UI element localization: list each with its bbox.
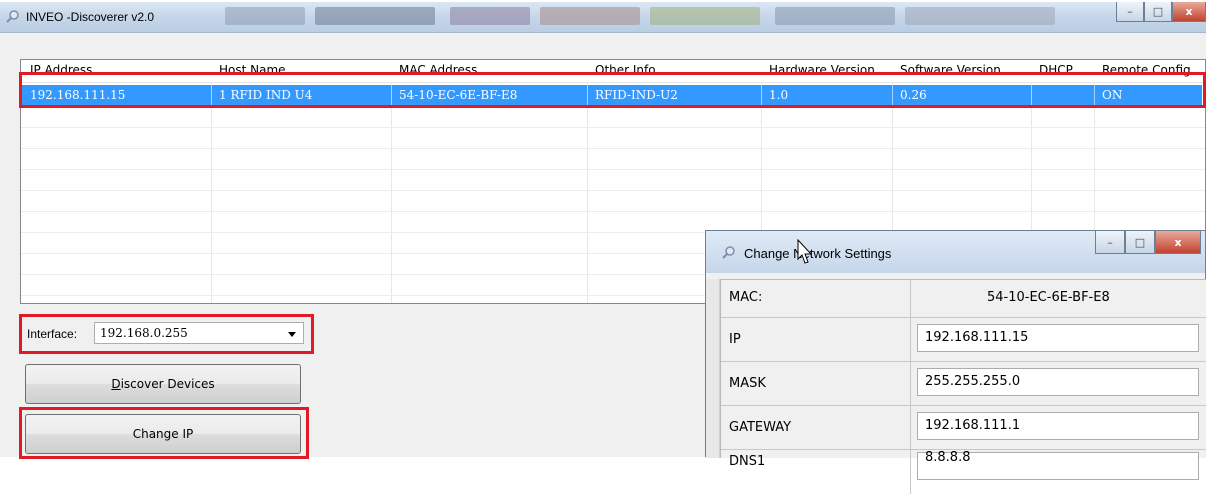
column-host-name[interactable]: Host Name [219,63,286,77]
cell-divider [1031,85,1032,105]
title-blur [315,7,435,25]
row-divider [910,406,911,449]
row-divider [21,106,1205,107]
dialog-title: Change Network Settings [744,246,892,261]
change-network-settings-dialog: Change Network Settings – □ x MAC: 54-10… [705,230,1206,494]
dialog-title-bar[interactable]: Change Network Settings – □ x [706,231,1205,273]
cell-hardware: 1.0 [769,88,789,102]
mouse-cursor-icon [797,239,813,264]
table-row[interactable]: 192.168.111.15 1 RFID IND U4 54-10-EC-6E… [22,85,1202,105]
cell-divider [1094,85,1095,105]
dialog-controls: – □ x [1095,231,1201,254]
discover-accelerator: D [111,377,121,391]
row-divider [21,190,1205,191]
title-blur [225,7,305,25]
settings-row-mac: MAC: 54-10-EC-6E-BF-E8 [721,280,1206,318]
dialog-scrollbar[interactable] [706,279,720,458]
column-hardware-version[interactable]: Hardware Version [769,63,875,77]
ip-field[interactable]: 192.168.111.15 [917,324,1199,352]
column-remote-config[interactable]: Remote Config [1102,63,1191,77]
column-ip-address[interactable]: IP Address [30,63,92,77]
row-divider [910,362,911,405]
gateway-value: 192.168.111.1 [925,418,1021,433]
column-software-version[interactable]: Software Version [900,63,1001,77]
list-header: IP Address Host Name MAC Address Other I… [21,60,1205,83]
magnifier-icon [722,246,735,259]
mask-value: 255.255.255.0 [925,374,1021,389]
cell-host: 1 RFID IND U4 [219,88,313,102]
cell-software: 0.26 [900,88,927,102]
close-button[interactable]: x [1172,2,1206,22]
dialog-close-button[interactable]: x [1155,231,1201,254]
row-divider [21,211,1205,212]
row-divider [21,148,1205,149]
settings-row-ip: IP 192.168.111.15 [721,318,1206,362]
dialog-minimize-button[interactable]: – [1095,231,1125,254]
row-divider [21,169,1205,170]
mac-value: 54-10-EC-6E-BF-E8 [987,290,1110,305]
column-divider [391,82,392,303]
gateway-label: GATEWAY [729,420,792,435]
magnifier-icon [6,10,19,23]
interface-label: Interface: [27,327,78,341]
change-ip-button[interactable]: Change IP [25,414,301,454]
ip-label: IP [729,332,741,347]
interface-select[interactable]: 192.168.0.255 [94,322,304,344]
ip-value: 192.168.111.15 [925,330,1029,345]
settings-grid: MAC: 54-10-EC-6E-BF-E8 IP 192.168.111.15… [720,279,1206,494]
title-blur [775,7,895,25]
column-dhcp[interactable]: DHCP [1039,63,1073,77]
column-mac-address[interactable]: MAC Address [399,63,477,77]
cell-other: RFID-IND-U2 [595,88,678,102]
title-bar[interactable]: INVEO -Discoverer v2.0 – □ x [0,2,1206,33]
cell-mac: 54-10-EC-6E-BF-E8 [399,88,518,102]
discover-devices-button[interactable]: Discover Devices [25,364,301,404]
dns1-value: 8.8.8.8 [925,450,971,465]
interface-value: 192.168.0.255 [100,326,188,340]
column-divider [587,82,588,303]
cell-divider [892,85,893,105]
minimize-button[interactable]: – [1116,2,1144,22]
column-divider [211,82,212,303]
cell-divider [761,85,762,105]
chevron-down-icon[interactable] [288,332,296,337]
window-controls: – □ x [1116,2,1206,24]
dialog-maximize-button[interactable]: □ [1125,231,1155,254]
dns1-field[interactable]: 8.8.8.8 [917,450,1199,480]
window-title: INVEO -Discoverer v2.0 [26,10,155,24]
settings-row-gateway: GATEWAY 192.168.111.1 [721,406,1206,450]
title-blur [540,7,640,25]
cell-ip: 192.168.111.15 [30,88,126,102]
cell-divider [211,85,212,105]
gateway-field[interactable]: 192.168.111.1 [917,412,1199,440]
cell-divider [587,85,588,105]
title-blur [650,7,760,25]
row-divider [21,127,1205,128]
title-blur [450,7,530,25]
row-divider [910,280,911,317]
row-divider [910,318,911,361]
cell-divider [391,85,392,105]
maximize-button[interactable]: □ [1144,2,1172,22]
column-other-info[interactable]: Other Info [595,63,656,77]
mac-label: MAC: [729,290,763,305]
mask-label: MASK [729,376,766,391]
cell-remote: ON [1102,88,1123,102]
title-blur [905,7,1055,25]
settings-row-mask: MASK 255.255.255.0 [721,362,1206,406]
mask-field[interactable]: 255.255.255.0 [917,368,1199,396]
discover-label: iscover Devices [120,377,215,391]
dns1-label: DNS1 [729,454,766,469]
